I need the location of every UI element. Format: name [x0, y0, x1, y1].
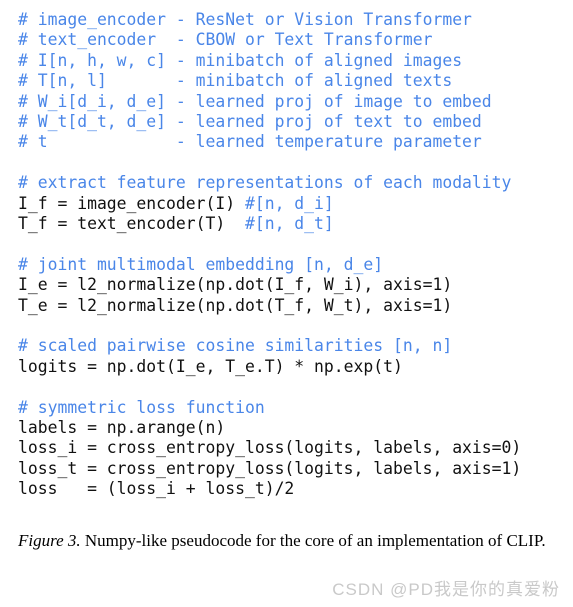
figure-page: # image_encoder - ResNet or Vision Trans…	[0, 0, 573, 607]
code-line: loss = (loss_i + loss_t)/2	[18, 479, 563, 499]
code-comment: # joint multimodal embedding [n, d_e]	[18, 254, 384, 274]
code-line: # T[n, l] - minibatch of aligned texts	[18, 71, 563, 91]
code-line: labels = np.arange(n)	[18, 418, 563, 438]
code-comment: # W_t[d_t, d_e] - learned proj of text t…	[18, 112, 482, 132]
code-line: T_f = text_encoder(T) #[n, d_t]	[18, 214, 563, 234]
figure-caption-label: Figure 3.	[18, 531, 81, 550]
code-line: # symmetric loss function	[18, 398, 563, 418]
code-line: # I[n, h, w, c] - minibatch of aligned i…	[18, 51, 563, 71]
code-statement: loss_t = cross_entropy_loss(logits, labe…	[18, 458, 522, 478]
figure-caption-text: Numpy-like pseudocode for the core of an…	[80, 531, 546, 550]
code-line: # joint multimodal embedding [n, d_e]	[18, 255, 563, 275]
code-line: I_f = image_encoder(I) #[n, d_i]	[18, 194, 563, 214]
code-statement: T_f = text_encoder(T)	[18, 214, 245, 234]
code-line: # text_encoder - CBOW or Text Transforme…	[18, 30, 563, 50]
code-statement: T_e = l2_normalize(np.dot(T_f, W_t), axi…	[18, 295, 453, 315]
code-line: loss_t = cross_entropy_loss(logits, labe…	[18, 459, 563, 479]
code-inline-comment: #[n, d_i]	[244, 193, 334, 213]
code-inline-comment: #[n, d_t]	[244, 214, 334, 234]
code-statement: loss = (loss_i + loss_t)/2	[18, 479, 295, 499]
code-statement: logits = np.dot(I_e, T_e.T) * np.exp(t)	[18, 356, 403, 376]
code-line: # W_i[d_i, d_e] - learned proj of image …	[18, 92, 563, 112]
code-statement: labels = np.arange(n)	[18, 418, 226, 438]
code-comment: # t - learned temperature parameter	[18, 132, 482, 152]
code-comment: # scaled pairwise cosine similarities [n…	[18, 336, 453, 356]
code-line: logits = np.dot(I_e, T_e.T) * np.exp(t)	[18, 357, 563, 377]
code-line: I_e = l2_normalize(np.dot(I_f, W_i), axi…	[18, 275, 563, 295]
code-line: # W_t[d_t, d_e] - learned proj of text t…	[18, 112, 563, 132]
code-comment: # text_encoder - CBOW or Text Transforme…	[18, 30, 433, 50]
csdn-watermark: CSDN @PD我是你的真爱粉	[332, 580, 560, 599]
code-comment: # symmetric loss function	[18, 397, 265, 417]
code-line: # extract feature representations of eac…	[18, 173, 563, 193]
code-statement: I_f = image_encoder(I)	[18, 193, 245, 213]
code-comment: # W_i[d_i, d_e] - learned proj of image …	[18, 91, 492, 111]
figure-caption: Figure 3. Numpy-like pseudocode for the …	[18, 529, 555, 552]
code-comment: # image_encoder - ResNet or Vision Trans…	[18, 10, 472, 29]
pseudocode-block: # image_encoder - ResNet or Vision Trans…	[18, 10, 563, 500]
code-line: loss_i = cross_entropy_loss(logits, labe…	[18, 438, 563, 458]
code-statement: I_e = l2_normalize(np.dot(I_f, W_i), axi…	[18, 275, 453, 295]
code-line: # scaled pairwise cosine similarities [n…	[18, 336, 563, 356]
code-line: # t - learned temperature parameter	[18, 132, 563, 152]
code-comment: # T[n, l] - minibatch of aligned texts	[18, 71, 453, 91]
code-line: T_e = l2_normalize(np.dot(T_f, W_t), axi…	[18, 296, 563, 316]
code-comment: # I[n, h, w, c] - minibatch of aligned i…	[18, 50, 463, 70]
code-statement: loss_i = cross_entropy_loss(logits, labe…	[18, 438, 522, 458]
code-comment: # extract feature representations of eac…	[18, 173, 512, 193]
code-line: # image_encoder - ResNet or Vision Trans…	[18, 10, 563, 30]
